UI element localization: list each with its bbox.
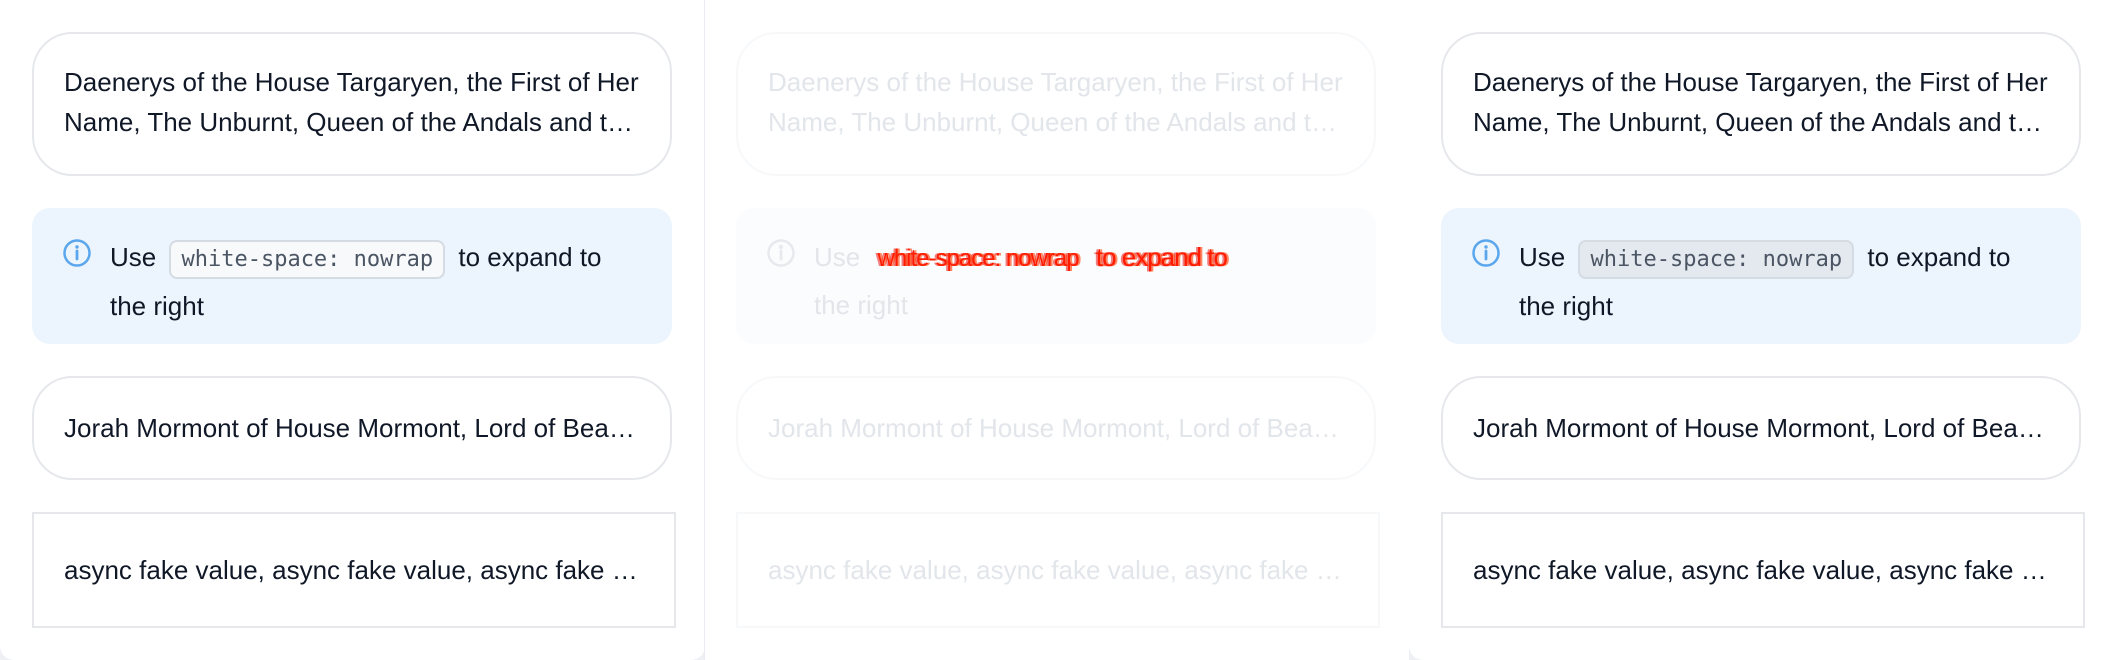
async-value-text: async fake value, async fake value, asyn… — [64, 555, 644, 585]
single-line-text-value: Jorah Mormont of House Mormont, Lord of … — [64, 413, 640, 443]
async-value-field[interactable]: async fake value, async fake value, asyn… — [736, 512, 1380, 628]
demo-panel-middle: Daenerys of the House Targaryen, the Fir… — [705, 0, 1409, 660]
info-code-snippet: white-space: nowrap — [877, 245, 1079, 272]
single-line-text-field[interactable]: Jorah Mormont of House Mormont, Lord of … — [32, 376, 672, 480]
info-use-label: Use — [814, 242, 861, 272]
multiline-text-value: Daenerys of the House Targaryen, the Fir… — [768, 67, 1343, 137]
info-code-snippet: white-space: nowrap — [1578, 240, 1855, 279]
async-value-text: async fake value, async fake value, asyn… — [1473, 555, 2053, 585]
info-hint-box: Use white-space: nowrap to expand to the… — [1441, 208, 2081, 344]
info-hint-text: Use white-space: nowrap to expand to the… — [110, 234, 642, 329]
info-use-label: Use — [1519, 242, 1566, 272]
multiline-text-field[interactable]: Daenerys of the House Targaryen, the Fir… — [32, 32, 672, 176]
info-code-snippet: white-space: nowrap — [169, 240, 446, 279]
single-line-text-value: Jorah Mormont of House Mormont, Lord of … — [1473, 413, 2049, 443]
multiline-text-value: Daenerys of the House Targaryen, the Fir… — [1473, 67, 2048, 137]
info-hint-text: Use white-space: nowrap to expand to the… — [814, 234, 1228, 328]
info-hint-text: Use white-space: nowrap to expand to the… — [1519, 234, 2051, 329]
single-line-text-field[interactable]: Jorah Mormont of House Mormont, Lord of … — [1441, 376, 2081, 480]
demo-panel-left: Daenerys of the House Targaryen, the Fir… — [0, 0, 705, 660]
demo-panel-right: Daenerys of the House Targaryen, the Fir… — [1409, 0, 2112, 660]
info-circle-icon — [766, 238, 796, 268]
info-circle-icon — [62, 238, 92, 268]
info-use-label: Use — [110, 242, 157, 272]
async-value-text: async fake value, async fake value, asyn… — [768, 555, 1348, 585]
single-line-text-field[interactable]: Jorah Mormont of House Mormont, Lord of … — [736, 376, 1376, 480]
info-suffix-inline: to expand to — [1095, 242, 1228, 272]
async-value-field[interactable]: async fake value, async fake value, asyn… — [32, 512, 676, 628]
multiline-text-field[interactable]: Daenerys of the House Targaryen, the Fir… — [736, 32, 1376, 176]
async-value-field[interactable]: async fake value, async fake value, asyn… — [1441, 512, 2085, 628]
info-suffix-rest: the right — [814, 290, 908, 320]
single-line-text-value: Jorah Mormont of House Mormont, Lord of … — [768, 413, 1344, 443]
info-hint-box: Use white-space: nowrap to expand to the… — [32, 208, 672, 344]
info-circle-icon — [1471, 238, 1501, 268]
multiline-text-field[interactable]: Daenerys of the House Targaryen, the Fir… — [1441, 32, 2081, 176]
info-hint-box: Use white-space: nowrap to expand to the… — [736, 208, 1376, 344]
multiline-text-value: Daenerys of the House Targaryen, the Fir… — [64, 67, 639, 137]
